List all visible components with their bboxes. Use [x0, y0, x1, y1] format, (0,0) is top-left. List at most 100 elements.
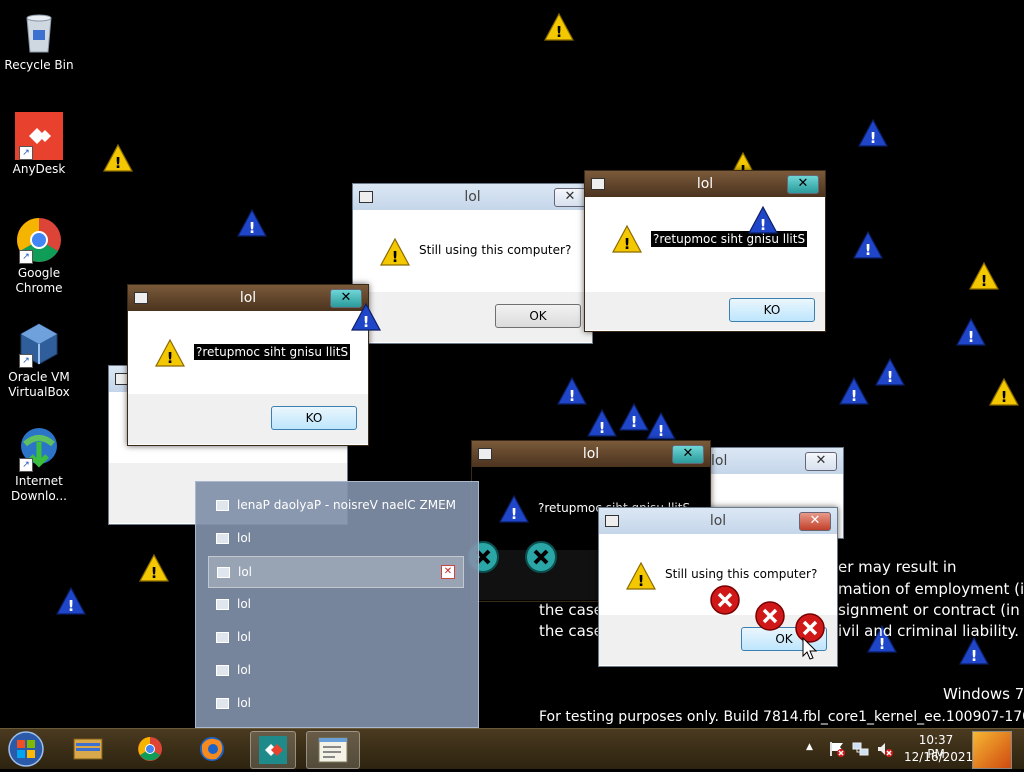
list-item-label: lol	[237, 597, 252, 611]
shortcut-arrow-icon: ↗	[19, 458, 33, 472]
list-item[interactable]: lol	[208, 688, 462, 718]
window-icon	[134, 292, 148, 304]
svg-text:!: !	[1001, 388, 1008, 406]
dialog-window-left[interactable]: lol ✕ ! ?retupmoc siht gnisu llitS KO	[127, 284, 369, 446]
close-button[interactable]: ✕	[787, 175, 819, 194]
desktop-icon-anydesk[interactable]: ↗ AnyDesk	[2, 112, 76, 177]
shortcut-arrow-icon: ↗	[19, 354, 33, 368]
close-button[interactable]: ✕	[672, 445, 704, 464]
ok-button[interactable]: OK	[495, 304, 581, 328]
svg-text:!: !	[392, 248, 399, 266]
desktop-icon-chrome[interactable]: ↗ Google Chrome	[2, 216, 76, 296]
list-item-selected[interactable]: lol ✕	[208, 556, 464, 588]
window-icon	[216, 698, 229, 709]
taskbar-notepad-button[interactable]	[306, 731, 360, 769]
svg-text:!: !	[151, 564, 158, 582]
warning-icon: !	[625, 561, 657, 590]
show-hidden-icons-button[interactable]: ▲	[806, 742, 813, 752]
window-title: lol	[464, 189, 481, 205]
window-title: lol	[709, 513, 727, 529]
title-bar[interactable]: lol ✕	[599, 508, 837, 534]
info-icon: !	[236, 208, 268, 237]
window-icon	[217, 567, 230, 578]
warning-icon: !	[379, 237, 411, 266]
shortcut-arrow-icon: ↗	[19, 146, 33, 160]
desktop-notice-line: mation of employment (in	[838, 580, 1024, 598]
list-item-label: lol	[238, 565, 253, 579]
start-button[interactable]	[4, 729, 48, 769]
window-icon	[591, 178, 605, 190]
chrome-icon: ↗	[15, 216, 63, 264]
title-bar[interactable]: lol ✕	[701, 448, 843, 474]
info-icon: !	[645, 411, 677, 440]
title-bar[interactable]: lol ✕	[353, 184, 592, 210]
info-icon: !	[874, 357, 906, 386]
svg-text:!: !	[631, 413, 638, 431]
close-button[interactable]: ✕	[799, 512, 831, 531]
info-icon: !	[857, 118, 889, 147]
close-icon[interactable]: ✕	[441, 565, 455, 579]
title-bar[interactable]: lol ✕	[585, 171, 825, 197]
warning-icon: !	[154, 338, 186, 367]
info-icon: !	[350, 302, 382, 331]
desktop-icon-internet-download-manager[interactable]: ↗ Internet Downlo...	[2, 424, 76, 504]
mouse-cursor-icon	[802, 637, 818, 660]
show-desktop-button[interactable]	[972, 731, 1012, 769]
list-item[interactable]: lol	[208, 523, 462, 553]
ko-button[interactable]: KO	[271, 406, 357, 430]
svg-text:!: !	[115, 154, 122, 172]
warning-icon: !	[968, 261, 1000, 290]
info-icon: !	[586, 408, 618, 437]
dialog-message: ?retupmoc siht gnisu llitS	[651, 231, 808, 247]
window-icon	[216, 533, 229, 544]
info-icon: !	[838, 376, 870, 405]
svg-text:!: !	[981, 272, 988, 290]
list-item-label: lenaP daolyaP - noisreV naelC ZMEM	[237, 498, 457, 512]
windows-orb-icon	[8, 731, 44, 767]
taskbar-firefox-button[interactable]	[190, 731, 234, 767]
info-icon: !	[556, 376, 588, 405]
error-x-icon	[525, 541, 557, 573]
clock-date[interactable]: 12/16/2021	[904, 750, 973, 764]
svg-text:!: !	[658, 422, 665, 440]
title-bar[interactable]: lol ✕	[472, 441, 710, 467]
svg-text:!: !	[887, 368, 894, 386]
warning-icon: !	[138, 553, 170, 582]
desktop-icon-virtualbox[interactable]: ↗ Oracle VM VirtualBox	[2, 320, 76, 400]
action-center-flag-icon[interactable]	[828, 740, 846, 758]
error-icon	[710, 585, 740, 615]
svg-text:!: !	[511, 505, 518, 523]
svg-text:!: !	[851, 387, 858, 405]
list-item[interactable]: lol	[208, 589, 462, 619]
shortcut-arrow-icon: ↗	[19, 250, 33, 264]
window-icon	[478, 448, 492, 460]
desktop-icon-recycle-bin[interactable]: Recycle Bin	[2, 8, 76, 73]
dialog-window-top-center[interactable]: lol ✕ ! Still using this computer? OK	[352, 183, 593, 344]
list-item-label: lol	[237, 630, 252, 644]
info-icon: !	[955, 317, 987, 346]
desktop-icon-label: Oracle VM VirtualBox	[8, 370, 70, 399]
taskbar-explorer-button[interactable]	[66, 731, 110, 767]
title-bar[interactable]: lol ✕	[128, 285, 368, 311]
window-switcher-list: lenaP daolyaP - noisreV naelC ZMEM lol l…	[195, 481, 479, 728]
list-item[interactable]: lenaP daolyaP - noisreV naelC ZMEM	[208, 490, 462, 520]
taskbar-anydesk-button[interactable]	[250, 731, 296, 769]
list-item-label: lol	[237, 696, 252, 710]
desktop-notice-line: signment or contract (in	[838, 601, 1020, 619]
dialog-window-top-right[interactable]: lol ✕ ! ?retupmoc siht gnisu llitS KO	[584, 170, 826, 332]
list-item[interactable]: lol	[208, 655, 462, 685]
ko-button[interactable]: KO	[729, 298, 815, 322]
close-button[interactable]: ✕	[554, 188, 586, 207]
desktop-icon-label: Google Chrome	[15, 266, 63, 295]
error-icon	[755, 601, 785, 631]
window-icon	[216, 599, 229, 610]
network-icon[interactable]	[852, 740, 870, 758]
taskbar-chrome-button[interactable]	[128, 731, 172, 767]
volume-muted-icon[interactable]	[876, 740, 894, 758]
dialog-message: Still using this computer?	[665, 567, 818, 581]
desktop-icon-label: AnyDesk	[12, 162, 66, 176]
svg-text:!: !	[249, 219, 256, 237]
internet-download-manager-icon: ↗	[15, 424, 63, 472]
list-item[interactable]: lol	[208, 622, 462, 652]
close-button[interactable]: ✕	[805, 452, 837, 471]
